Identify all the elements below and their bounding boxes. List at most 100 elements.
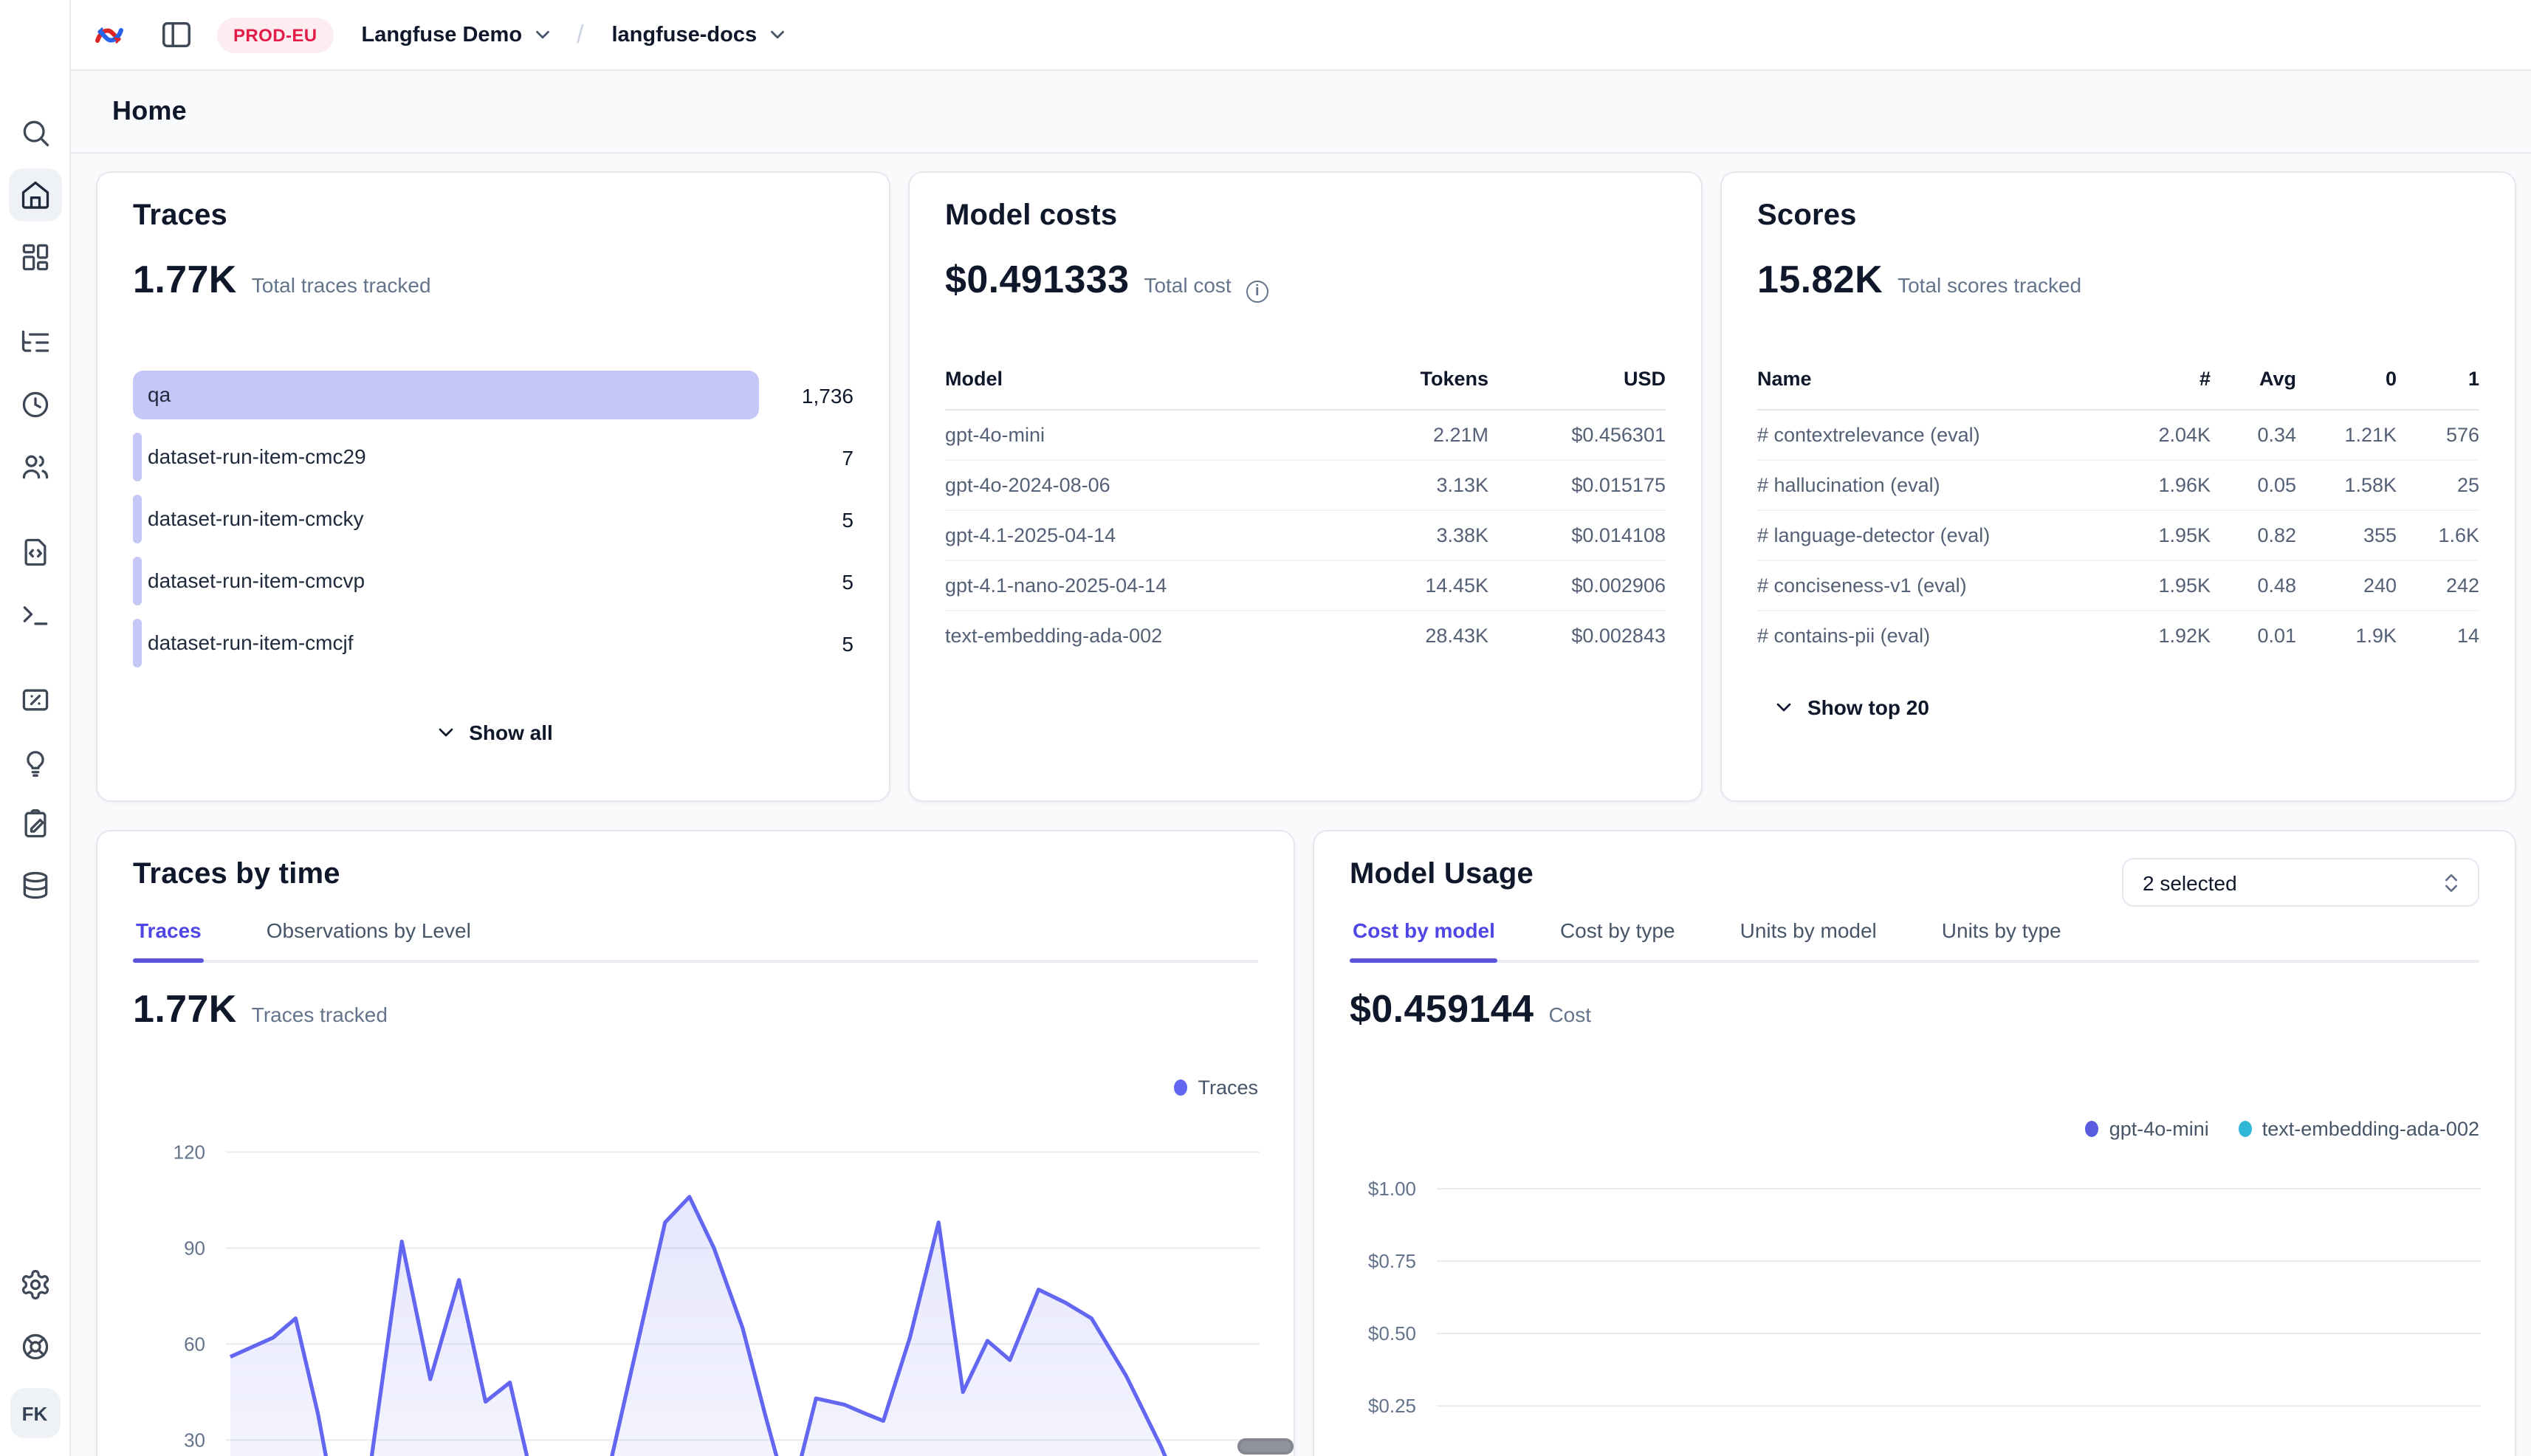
topbar: PROD-EU Langfuse Demo / langfuse-docs	[71, 0, 2531, 71]
datasets-icon[interactable]	[8, 859, 61, 913]
playground-icon[interactable]	[8, 588, 61, 641]
langfuse-logo	[92, 17, 127, 52]
card-title: Model costs	[945, 199, 1666, 233]
svg-text:$0.75: $0.75	[1368, 1250, 1416, 1272]
insights-icon[interactable]	[8, 735, 61, 789]
scores-card: Scores 15.82K Total scores tracked Name …	[1720, 171, 2516, 802]
info-icon[interactable]: i	[1246, 281, 1268, 303]
model-usage-tabs: Cost by model Cost by type Units by mode…	[1350, 910, 2479, 963]
table-row[interactable]: # conciseness-v1 (eval)1.95K0.48240242	[1757, 561, 2479, 611]
main-area: PROD-EU Langfuse Demo / langfuse-docs Ho…	[71, 0, 2531, 1456]
model-select[interactable]: 2 selected	[2122, 858, 2479, 907]
chevron-down-icon	[433, 721, 457, 744]
support-icon[interactable]	[8, 1320, 61, 1373]
org-name: Langfuse Demo	[362, 23, 523, 47]
table-row[interactable]: dataset-run-item-cmc29 7	[133, 433, 854, 481]
traces-card: Traces 1.77K Total traces tracked qa 1,7…	[96, 171, 890, 802]
chevron-down-icon	[1772, 696, 1796, 719]
scores-table: Name # Avg 0 1 # contextrelevance (eval)…	[1757, 368, 2479, 660]
tracing-icon[interactable]	[8, 316, 61, 369]
table-row[interactable]: # language-detector (eval)1.95K0.823551.…	[1757, 511, 2479, 561]
total-cost-label: Total cost	[1144, 273, 1231, 297]
legend-dot	[2086, 1121, 2099, 1137]
tab-units-by-model[interactable]: Units by model	[1737, 910, 1880, 960]
usage-cost-label: Cost	[1548, 1003, 1591, 1026]
project-switcher[interactable]: langfuse-docs	[612, 23, 789, 47]
svg-text:$0.25: $0.25	[1368, 1395, 1416, 1417]
tab-cost-by-type[interactable]: Cost by type	[1557, 910, 1678, 960]
breadcrumb-separator: /	[577, 20, 583, 49]
annotation-icon[interactable]	[8, 797, 61, 851]
app-root: FK PROD-EU Langfuse Demo / langfuse-docs	[0, 0, 2531, 1456]
traces-area-chart: 120 90 60 30	[133, 1110, 1260, 1456]
usage-cost-value: $0.459144	[1350, 986, 1534, 1032]
traces-by-time-tabs: Traces Observations by Level	[133, 910, 1258, 963]
table-row[interactable]: qa 1,736	[133, 371, 854, 419]
legend-dot	[1174, 1079, 1187, 1096]
evaluators-icon[interactable]	[8, 673, 61, 727]
environment-badge: PROD-EU	[217, 17, 334, 52]
users-icon[interactable]	[8, 440, 61, 493]
horizontal-scrollbar-thumb[interactable]	[1237, 1438, 1294, 1455]
page-header: Home	[71, 71, 2531, 154]
traces-total-label: Total traces tracked	[252, 273, 431, 297]
tab-units-by-type[interactable]: Units by type	[1939, 910, 2064, 960]
legend-item: Traces	[1174, 1076, 1258, 1099]
usage-line-chart: $1.00 $0.75 $0.50 $0.25	[1350, 1152, 2481, 1456]
chart-legend: Traces	[133, 1076, 1258, 1099]
card-title: Traces	[133, 199, 854, 233]
sidebar: FK	[0, 0, 71, 1456]
legend-dot	[2239, 1121, 2252, 1137]
table-row[interactable]: dataset-run-item-cmcvp 5	[133, 557, 854, 605]
tab-traces[interactable]: Traces	[133, 910, 205, 960]
traces-total: 1.77K	[133, 257, 237, 303]
table-row[interactable]: gpt-4.1-2025-04-143.38K$0.014108	[945, 511, 1666, 561]
chevron-down-icon	[531, 24, 553, 46]
table-row[interactable]: gpt-4.1-nano-2025-04-1414.45K$0.002906	[945, 561, 1666, 611]
svg-text:$1.00: $1.00	[1368, 1178, 1416, 1200]
prompts-icon[interactable]	[8, 526, 61, 579]
table-row[interactable]: text-embedding-ada-00228.43K$0.002843	[945, 611, 1666, 660]
show-top-20-button[interactable]: Show top 20	[1757, 684, 1944, 731]
dashboards-icon[interactable]	[8, 230, 61, 284]
total-cost: $0.491333	[945, 257, 1129, 303]
project-name: langfuse-docs	[612, 23, 758, 47]
table-row[interactable]: # hallucination (eval)1.96K0.051.58K25	[1757, 461, 2479, 511]
dashboard-content: Traces 1.77K Total traces tracked qa 1,7…	[71, 154, 2531, 1456]
svg-text:90: 90	[184, 1237, 205, 1259]
tab-observations-by-level[interactable]: Observations by Level	[264, 910, 474, 960]
traces-tracked-label: Traces tracked	[252, 1003, 388, 1026]
table-row[interactable]: gpt-4o-2024-08-063.13K$0.015175	[945, 461, 1666, 511]
chevrons-up-down-icon	[2439, 870, 2463, 894]
home-icon[interactable]	[8, 168, 61, 222]
traces-by-time-card: Traces by time Traces Observations by Le…	[96, 830, 1295, 1456]
svg-text:120: 120	[174, 1141, 205, 1163]
table-row[interactable]: dataset-run-item-cmcjf 5	[133, 619, 854, 667]
svg-text:30: 30	[184, 1429, 205, 1451]
search-icon[interactable]	[8, 106, 61, 159]
table-row[interactable]: # contains-pii (eval)1.92K0.011.9K14	[1757, 611, 2479, 660]
svg-text:$0.50: $0.50	[1368, 1322, 1416, 1345]
table-row[interactable]: gpt-4o-mini2.21M$0.456301	[945, 411, 1666, 461]
chart-legend: gpt-4o-mini text-embedding-ada-002	[1350, 1118, 2479, 1140]
settings-icon[interactable]	[8, 1258, 61, 1311]
traces-tracked-value: 1.77K	[133, 986, 237, 1032]
tab-cost-by-model[interactable]: Cost by model	[1350, 910, 1498, 960]
sessions-icon[interactable]	[8, 378, 61, 431]
trace-bar-list: qa 1,736 dataset-run-item-cmc29 7 datase…	[133, 371, 854, 667]
model-usage-card: Model Usage 2 selected Cost by model Cos…	[1313, 830, 2516, 1456]
model-costs-table: Model Tokens USD gpt-4o-mini2.21M$0.4563…	[945, 368, 1666, 660]
org-switcher[interactable]: Langfuse Demo	[362, 23, 554, 47]
scores-total: 15.82K	[1757, 257, 1883, 303]
table-row[interactable]: # contextrelevance (eval)2.04K0.341.21K5…	[1757, 411, 2479, 461]
card-title: Scores	[1757, 199, 2479, 233]
scores-total-label: Total scores tracked	[1898, 273, 2081, 297]
legend-item: gpt-4o-mini	[2086, 1118, 2209, 1140]
model-costs-card: Model costs $0.491333 Total cost i Model…	[908, 171, 1703, 802]
table-row[interactable]: dataset-run-item-cmcky 5	[133, 495, 854, 543]
svg-text:60: 60	[184, 1333, 205, 1355]
user-avatar[interactable]: FK	[10, 1388, 60, 1438]
sidebar-toggle-icon[interactable]	[154, 13, 198, 57]
chevron-down-icon	[766, 24, 788, 46]
show-all-button[interactable]: Show all	[419, 709, 568, 756]
